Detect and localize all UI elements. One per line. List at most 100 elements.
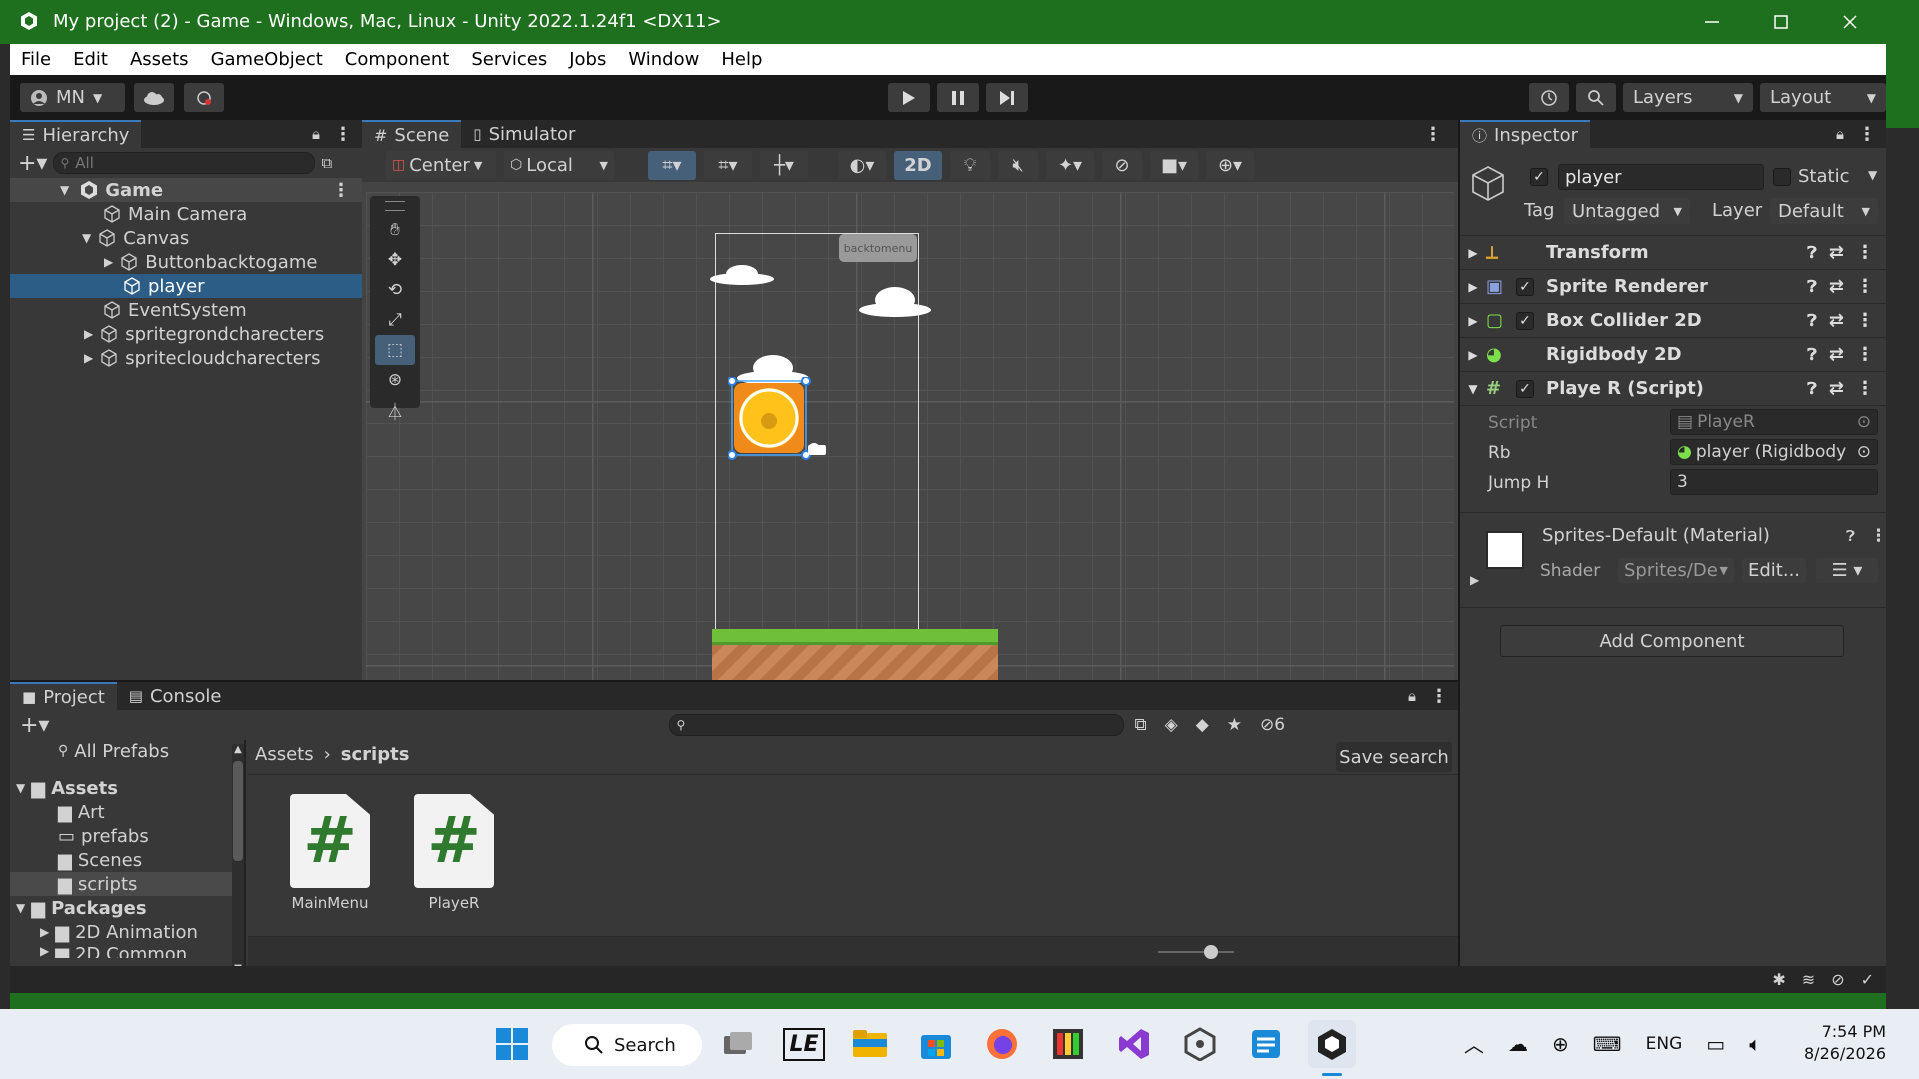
preset-sliders-icon[interactable]: ⇄ <box>1829 310 1844 331</box>
filter-type-icon[interactable]: ◈ <box>1165 715 1178 735</box>
component-enabled-checkbox[interactable]: ✓ <box>1516 311 1534 330</box>
scroll-up-icon[interactable]: ▲ <box>232 744 244 755</box>
preset-sliders-icon[interactable]: ⇄ <box>1829 344 1844 365</box>
more-options-icon[interactable]: ⋮ <box>1858 124 1876 145</box>
tree-item-packages[interactable]: ▼ ▆ Packages <box>10 896 244 920</box>
volume-icon[interactable]: 🔈︎ <box>1749 1032 1761 1056</box>
rotate-tool-button[interactable]: ⟲ <box>375 275 415 305</box>
menu-gameobject[interactable]: GameObject <box>211 49 323 70</box>
close-icon[interactable] <box>1835 8 1865 36</box>
cache-server-icon[interactable]: ≋ <box>1802 970 1815 989</box>
tree-scrollbar[interactable]: ▲ ▼ <box>232 744 244 974</box>
search-window-icon[interactable]: ⧉ <box>1134 715 1146 735</box>
vscode-like-icon[interactable] <box>1242 1020 1290 1068</box>
shader-dropdown[interactable]: Sprites/De ▼ <box>1618 558 1734 583</box>
add-icon[interactable]: +▾ <box>18 151 47 176</box>
layers-dropdown[interactable]: Layers ▼ <box>1623 83 1753 112</box>
history-button[interactable] <box>1529 83 1569 112</box>
network-icon[interactable]: ▭ <box>1706 1032 1725 1056</box>
collab-button[interactable] <box>184 83 224 112</box>
save-search-button[interactable]: Save search <box>1336 742 1452 772</box>
jump-h-field[interactable]: 3 <box>1670 469 1878 495</box>
lock-icon[interactable]: 🔒︎ <box>1408 687 1416 705</box>
menu-component[interactable]: Component <box>345 49 450 70</box>
space-dropdown[interactable]: ⬡ Local ▼ <box>504 150 614 180</box>
layout-dropdown[interactable]: Layout ▼ <box>1760 83 1886 112</box>
hierarchy-item-canvas[interactable]: ▼ Canvas <box>10 226 362 250</box>
lighting-button[interactable]: 💡︎ <box>950 150 990 180</box>
hierarchy-item-player[interactable]: player <box>10 274 362 298</box>
tab-console[interactable]: ▤ Console <box>117 682 234 710</box>
active-checkbox[interactable]: ✓ <box>1530 168 1548 186</box>
lock-icon[interactable]: 🔒︎ <box>1836 125 1844 143</box>
play-button[interactable] <box>888 83 930 112</box>
expand-arrow-icon[interactable]: ▶ <box>1460 348 1486 362</box>
static-checkbox[interactable] <box>1773 168 1791 186</box>
audio-button[interactable]: 🔇︎ <box>998 150 1038 180</box>
more-options-icon[interactable]: ⋮ <box>1856 242 1874 263</box>
expand-arrow-icon[interactable]: ▼ <box>16 781 25 795</box>
menu-window[interactable]: Window <box>628 49 699 70</box>
more-options-icon[interactable]: ⋮ <box>332 180 350 201</box>
expand-arrow-icon[interactable]: ▶ <box>104 255 113 269</box>
breadcrumb-scripts[interactable]: scripts <box>341 744 410 765</box>
grid-snap-button[interactable]: ⌗▾ <box>648 150 696 180</box>
rb-field[interactable]: ◕ player (Rigidbody ⊙ <box>1670 439 1878 465</box>
layer-dropdown[interactable]: Default ▼ <box>1770 198 1878 224</box>
taskbar-search[interactable]: Search <box>552 1024 702 1066</box>
menu-edit[interactable]: Edit <box>73 49 108 70</box>
component-transform[interactable]: ▶ ⟂ Transform ❓︎ ⇄ ⋮ <box>1460 236 1886 270</box>
paint-app-icon[interactable] <box>1044 1020 1092 1068</box>
project-search-input[interactable]: ⚲ <box>669 714 1125 736</box>
filter-label-icon[interactable]: ◆ <box>1196 715 1209 735</box>
more-options-icon[interactable]: ⋮ <box>1856 344 1874 365</box>
component-box-collider-2d[interactable]: ▶ ▢ ✓ Box Collider 2D ❓︎ ⇄ ⋮ <box>1460 304 1886 338</box>
visual-studio-icon[interactable] <box>1110 1020 1158 1068</box>
scrollbar-thumb[interactable] <box>233 761 243 861</box>
menu-help[interactable]: Help <box>721 49 762 70</box>
chevron-up-icon[interactable]: ︿ <box>1464 1029 1484 1058</box>
microsoft-store-icon[interactable] <box>912 1020 960 1068</box>
unity-hub-icon[interactable] <box>1176 1020 1224 1068</box>
object-picker-icon[interactable]: ⊙ <box>1857 442 1871 462</box>
step-button[interactable] <box>986 83 1028 112</box>
hierarchy-item-buttonbacktogame[interactable]: ▶ Buttonbacktogame <box>10 250 362 274</box>
vpn-globe-icon[interactable]: ⊕ <box>1552 1032 1569 1056</box>
tree-item-scripts[interactable]: ▆ scripts <box>10 872 244 896</box>
start-button[interactable] <box>488 1020 536 1068</box>
hierarchy-item-main-camera[interactable]: Main Camera <box>10 202 362 226</box>
expand-arrow-icon[interactable]: ▼ <box>1460 382 1486 396</box>
expand-arrow-icon[interactable]: ▶ <box>40 925 49 939</box>
tree-item-art[interactable]: ▆ Art <box>10 800 244 824</box>
move-tool-button[interactable]: ✥ <box>375 245 415 275</box>
expand-arrow-icon[interactable]: ▶ <box>84 327 93 341</box>
shader-edit-button[interactable]: Edit... <box>1742 558 1806 583</box>
preset-sliders-icon[interactable]: ⇄ <box>1829 242 1844 263</box>
menu-services[interactable]: Services <box>471 49 547 70</box>
scene-root-row[interactable]: ▼ Game ⋮ <box>10 178 362 202</box>
search-filter-icon[interactable]: ⧉ <box>321 154 332 172</box>
tab-hierarchy[interactable]: ☰ Hierarchy <box>10 120 142 148</box>
component-enabled-checkbox[interactable]: ✓ <box>1516 277 1534 296</box>
favorite-star-icon[interactable]: ★ <box>1227 715 1242 735</box>
tab-project[interactable]: ■ Project <box>10 682 117 710</box>
custom-tool-button[interactable]: ⏃ <box>375 395 415 425</box>
palette-drag-handle[interactable] <box>385 201 405 211</box>
expand-arrow-icon[interactable]: ▶ <box>84 351 93 365</box>
help-icon[interactable]: ❓︎ <box>1807 345 1817 365</box>
asset-player[interactable]: # PlayeR <box>406 794 502 912</box>
debug-bug-icon[interactable]: ✱ <box>1772 970 1785 989</box>
more-options-icon[interactable]: ⋮ <box>1856 378 1874 399</box>
gizmos-button[interactable]: ⊕▾ <box>1206 150 1254 180</box>
tree-item-2d-common[interactable]: ▶ ▆ 2D Common <box>10 944 244 958</box>
component-sprite-renderer[interactable]: ▶ ▣ ✓ Sprite Renderer ❓︎ ⇄ ⋮ <box>1460 270 1886 304</box>
onedrive-cloud-icon[interactable]: ☁︎ <box>1508 1032 1528 1056</box>
menu-jobs[interactable]: Jobs <box>569 49 606 70</box>
tree-item-prefabs[interactable]: ▭ prefabs <box>10 824 244 848</box>
shader-options-dropdown[interactable]: ☰ ▾ <box>1816 558 1878 583</box>
expand-arrow-icon[interactable]: ▶ <box>1460 246 1486 260</box>
file-explorer-icon[interactable] <box>846 1020 894 1068</box>
hierarchy-item-spritegrondcharecters[interactable]: ▶ spritegrondcharecters <box>10 322 362 346</box>
effects-button[interactable]: ✦▾ <box>1046 150 1094 180</box>
component-enabled-checkbox[interactable]: ✓ <box>1516 379 1534 398</box>
